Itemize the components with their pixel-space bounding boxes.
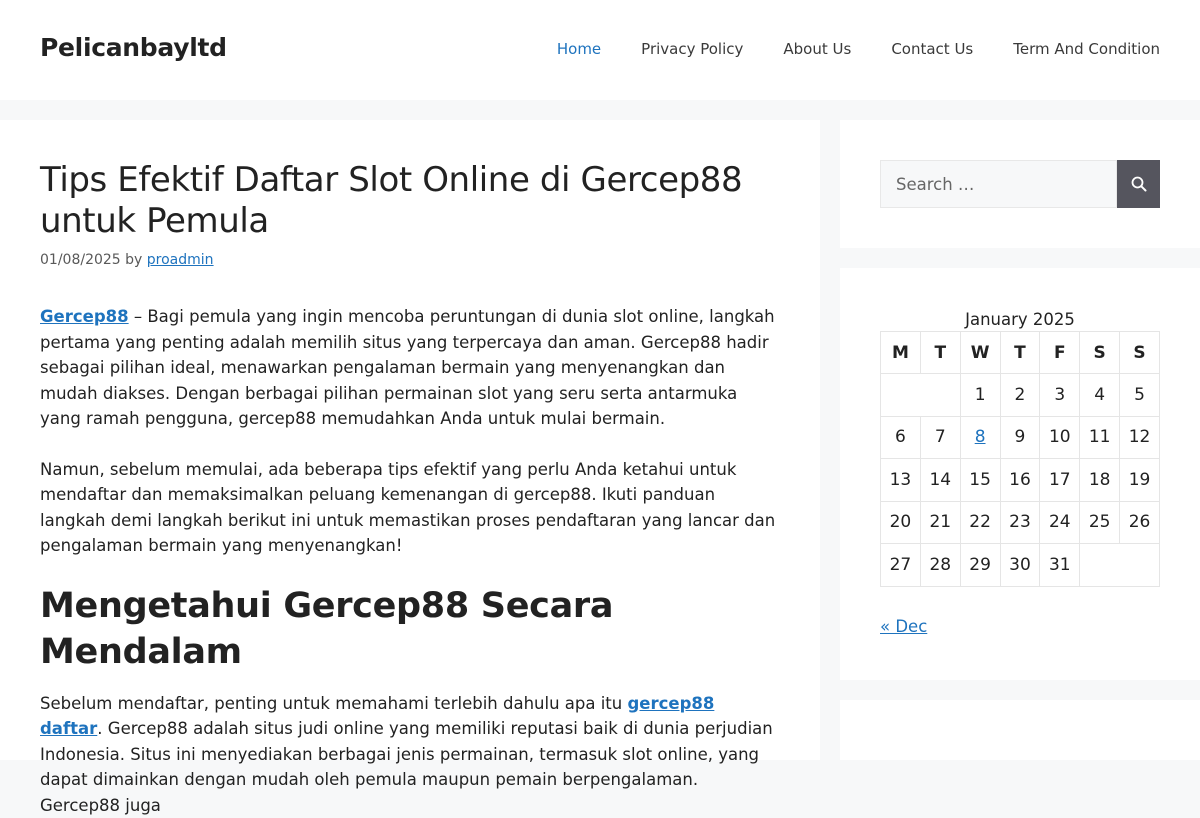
calendar-empty-cell (1080, 544, 1160, 587)
calendar-day-linked: 8 (960, 416, 1000, 459)
calendar-day: 4 (1080, 374, 1120, 417)
third-paragraph-start: Sebelum mendaftar, penting untuk memaham… (40, 694, 627, 713)
calendar-day: 22 (960, 501, 1000, 544)
search-button[interactable] (1117, 160, 1160, 208)
search-widget (840, 120, 1200, 248)
post-content: Tips Efektif Daftar Slot Online di Gerce… (0, 120, 820, 760)
calendar-day: 6 (881, 416, 921, 459)
calendar-day: 14 (920, 459, 960, 502)
calendar-caption: January 2025 (880, 310, 1160, 329)
main-navigation: Home Privacy Policy About Us Contact Us … (517, 38, 1160, 60)
calendar-day-link[interactable]: 8 (975, 427, 986, 447)
calendar-day: 26 (1120, 501, 1160, 544)
calendar-day: 24 (1040, 501, 1080, 544)
calendar-day: 27 (881, 544, 921, 587)
nav-item-about-us[interactable]: About Us (783, 38, 851, 60)
calendar-week-row: 13 14 15 16 17 18 19 (881, 459, 1160, 502)
calendar-day: 9 (1000, 416, 1040, 459)
calendar-prev-month-link[interactable]: « Dec (880, 617, 927, 636)
calendar-day: 25 (1080, 501, 1120, 544)
nav-item-home[interactable]: Home (557, 38, 601, 60)
calendar-widget: January 2025 M T W T F S S 1 2 3 4 5 (840, 268, 1200, 680)
calendar-week-row: 6 7 8 9 10 11 12 (881, 416, 1160, 459)
calendar-day: 13 (881, 459, 921, 502)
calendar-day: 28 (920, 544, 960, 587)
post-date: 01/08/2025 (40, 252, 121, 268)
weekday-header: T (920, 332, 960, 374)
second-paragraph: Namun, sebelum memulai, ada beberapa tip… (40, 457, 780, 559)
weekday-header: M (881, 332, 921, 374)
calendar-week-row: 27 28 29 30 31 (881, 544, 1160, 587)
intro-paragraph-text: – Bagi pemula yang ingin mencoba peruntu… (40, 307, 775, 428)
section-heading: Mengetahui Gercep88 Secara Mendalam (40, 583, 780, 675)
calendar-empty-cell (881, 374, 961, 417)
calendar-day: 31 (1040, 544, 1080, 587)
weekday-header: S (1120, 332, 1160, 374)
weekday-header: W (960, 332, 1000, 374)
third-paragraph-rest: . Gercep88 adalah situs judi online yang… (40, 719, 773, 815)
gercep88-link[interactable]: Gercep88 (40, 307, 129, 326)
weekday-header: T (1000, 332, 1040, 374)
calendar-day: 29 (960, 544, 1000, 587)
sidebar-widget (840, 700, 1200, 760)
weekday-header: F (1040, 332, 1080, 374)
calendar-weekday-row: M T W T F S S (881, 332, 1160, 374)
calendar-nav: « Dec (880, 617, 1160, 636)
calendar-day: 3 (1040, 374, 1080, 417)
calendar-day: 19 (1120, 459, 1160, 502)
calendar-day: 16 (1000, 459, 1040, 502)
calendar-day: 15 (960, 459, 1000, 502)
calendar-week-row: 1 2 3 4 5 (881, 374, 1160, 417)
calendar-day: 2 (1000, 374, 1040, 417)
post-title: Tips Efektif Daftar Slot Online di Gerce… (40, 160, 780, 242)
calendar-day: 30 (1000, 544, 1040, 587)
weekday-header: S (1080, 332, 1120, 374)
calendar-day: 5 (1120, 374, 1160, 417)
calendar-day: 18 (1080, 459, 1120, 502)
calendar-day: 20 (881, 501, 921, 544)
third-paragraph: Sebelum mendaftar, penting untuk memaham… (40, 691, 780, 818)
nav-item-contact-us[interactable]: Contact Us (891, 38, 973, 60)
calendar-day: 23 (1000, 501, 1040, 544)
calendar-day: 7 (920, 416, 960, 459)
calendar-week-row: 20 21 22 23 24 25 26 (881, 501, 1160, 544)
post-meta: 01/08/2025 by proadmin (40, 252, 780, 268)
calendar-day: 17 (1040, 459, 1080, 502)
calendar-table: M T W T F S S 1 2 3 4 5 6 7 8 9 (880, 331, 1160, 587)
calendar-day: 1 (960, 374, 1000, 417)
post-author-link[interactable]: proadmin (147, 252, 214, 268)
search-form (880, 160, 1160, 208)
site-title[interactable]: Pelicanbayltd (40, 33, 227, 62)
calendar-day: 21 (920, 501, 960, 544)
calendar-day: 10 (1040, 416, 1080, 459)
search-icon (1131, 176, 1147, 192)
calendar-day: 11 (1080, 416, 1120, 459)
nav-item-term-and-condition[interactable]: Term And Condition (1013, 38, 1160, 60)
site-header: Pelicanbayltd Home Privacy Policy About … (0, 0, 1200, 100)
search-input[interactable] (880, 160, 1117, 208)
nav-item-privacy-policy[interactable]: Privacy Policy (641, 38, 743, 60)
post-by-label: by (125, 252, 142, 268)
intro-paragraph: Gercep88 – Bagi pemula yang ingin mencob… (40, 304, 780, 432)
calendar-day: 12 (1120, 416, 1160, 459)
